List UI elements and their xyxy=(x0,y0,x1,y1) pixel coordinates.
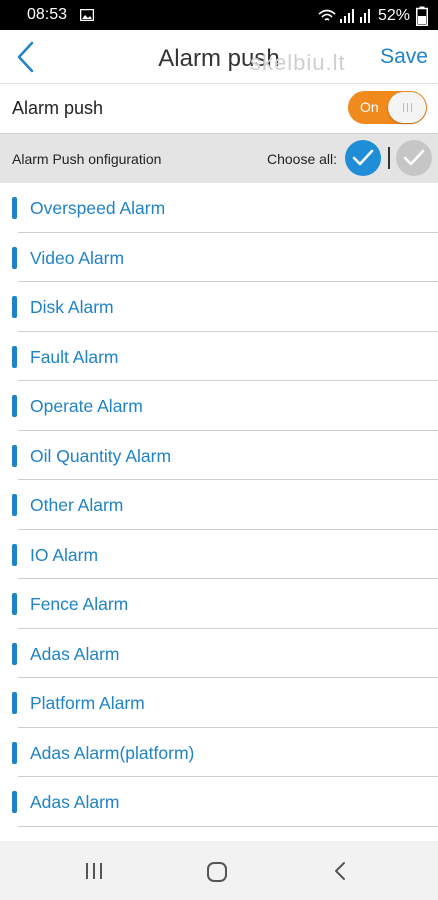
alarm-list-item[interactable]: Oil Quantity Alarm xyxy=(0,431,438,480)
item-accent-bar xyxy=(12,741,17,764)
item-accent-bar xyxy=(12,296,17,318)
alarm-item-label: Platform Alarm xyxy=(30,693,145,713)
system-nav-bar xyxy=(0,841,438,900)
divider xyxy=(388,147,390,169)
alarm-list-item[interactable]: Fault Alarm xyxy=(0,332,438,381)
battery-icon xyxy=(416,6,428,26)
alarm-list-item[interactable]: Video Alarm xyxy=(0,233,438,282)
checkmark-icon xyxy=(352,149,374,166)
item-accent-bar xyxy=(12,494,17,516)
item-accent-bar xyxy=(12,642,17,665)
alarm-push-row: Alarm push On xyxy=(0,84,438,132)
alarm-list-item[interactable]: Fence Alarm xyxy=(0,579,438,629)
config-bar: Alarm Push onfiguration Choose all: xyxy=(0,133,438,184)
alarm-push-label: Alarm push xyxy=(12,98,104,118)
item-accent-bar xyxy=(12,791,17,813)
toggle-on-text: On xyxy=(360,99,379,115)
item-accent-bar xyxy=(12,246,17,269)
recents-icon[interactable] xyxy=(84,861,104,881)
back-icon[interactable] xyxy=(332,860,348,882)
alarm-item-label: Disk Alarm xyxy=(30,297,114,317)
alarm-list-item[interactable]: Overspeed Alarm xyxy=(0,183,438,233)
alarm-item-label: Overspeed Alarm xyxy=(30,198,166,218)
item-accent-bar xyxy=(12,692,17,714)
alarm-item-label: Other Alarm xyxy=(30,495,124,515)
alarm-list: Overspeed Alarm Video Alarm Disk Alarm Faul… xyxy=(0,183,438,841)
alarm-list-item[interactable]: Other Alarm xyxy=(0,480,438,530)
signal-icon xyxy=(339,9,354,23)
choose-all-label: Choose all: xyxy=(267,151,338,167)
signal-icon-2 xyxy=(359,9,370,23)
toggle-knob xyxy=(388,92,426,123)
alarm-item-label: Oil Quantity Alarm xyxy=(30,445,172,466)
item-accent-bar xyxy=(12,444,17,467)
alarm-list-item[interactable]: Disk Alarm xyxy=(0,282,438,332)
gallery-icon xyxy=(80,9,94,21)
alarm-item-label: Adas Alarm(platform) xyxy=(30,742,195,763)
deselect-all-button[interactable] xyxy=(396,140,432,176)
watermark-text: skelbiu.lt xyxy=(250,50,346,75)
alarm-item-label: Adas Alarm xyxy=(30,643,120,664)
alarm-push-toggle[interactable]: On xyxy=(348,91,427,124)
wifi-icon xyxy=(318,9,336,21)
item-accent-bar xyxy=(12,197,17,219)
home-icon[interactable] xyxy=(206,861,228,883)
alarm-item-label: Fault Alarm xyxy=(30,346,119,367)
alarm-item-label: Fence Alarm xyxy=(30,594,129,614)
alarm-item-label: Adas Alarm xyxy=(30,792,120,812)
item-accent-bar xyxy=(12,395,17,417)
alarm-list-item[interactable]: IO Alarm xyxy=(0,530,438,579)
battery-percent: 52% xyxy=(377,7,410,24)
config-label: Alarm Push onfiguration xyxy=(12,151,162,167)
alarm-item-label: Video Alarm xyxy=(30,247,125,268)
save-button[interactable]: Save xyxy=(380,45,428,69)
alarm-list-item[interactable]: Operate Alarm xyxy=(0,381,438,431)
status-bar: 08:53 52% xyxy=(0,0,438,30)
alarm-item-label: Operate Alarm xyxy=(30,396,143,416)
status-right: 52% xyxy=(318,6,428,26)
knob-grip-icon xyxy=(403,103,412,112)
select-all-button[interactable] xyxy=(345,140,381,176)
item-accent-bar xyxy=(12,345,17,368)
alarm-list-item[interactable] xyxy=(0,827,438,841)
alarm-item-label: IO Alarm xyxy=(30,544,99,565)
app-header: Alarm push skelbiu.lt Save xyxy=(0,30,438,84)
checkmark-icon xyxy=(403,149,425,166)
item-accent-bar xyxy=(12,543,17,566)
page-title: Alarm push xyxy=(158,45,280,72)
status-time: 08:53 xyxy=(27,6,68,23)
alarm-list-item[interactable]: Platform Alarm xyxy=(0,678,438,728)
alarm-list-item[interactable]: Adas Alarm xyxy=(0,629,438,678)
alarm-list-item[interactable]: Adas Alarm xyxy=(0,777,438,827)
alarm-list-item[interactable]: Adas Alarm(platform) xyxy=(0,728,438,777)
item-accent-bar xyxy=(12,593,17,615)
